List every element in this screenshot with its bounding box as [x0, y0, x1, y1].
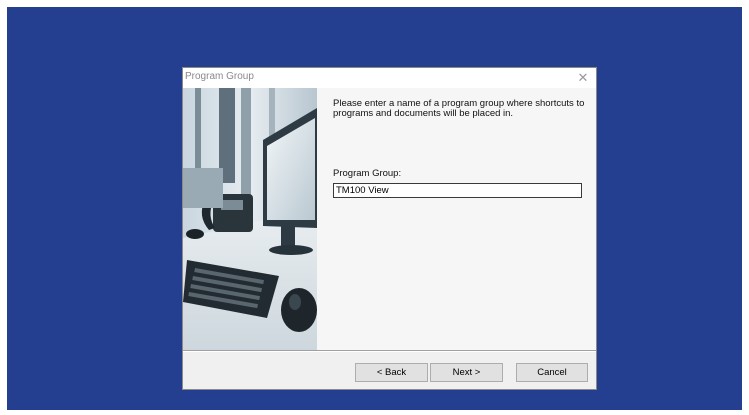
program-group-dialog: Program Group ✕ Please enter a name of a…	[182, 67, 597, 390]
program-group-label: Program Group:	[333, 168, 402, 179]
instructions-text: Please enter a name of a program group w…	[333, 98, 585, 119]
next-button[interactable]: Next >	[430, 363, 503, 382]
dialog-title: Program Group	[185, 71, 254, 82]
dialog-titlebar[interactable]: Program Group ✕	[183, 68, 596, 88]
office-desk-image	[183, 88, 317, 350]
program-group-input[interactable]	[333, 183, 582, 198]
desktop-background: Program Group ✕ Please enter a name of a…	[7, 7, 742, 410]
back-button[interactable]: < Back	[355, 363, 428, 382]
button-separator	[183, 350, 596, 352]
dialog-content: Please enter a name of a program group w…	[317, 88, 596, 350]
wizard-side-image	[183, 88, 317, 350]
close-icon[interactable]: ✕	[572, 68, 594, 88]
cancel-button[interactable]: Cancel	[516, 363, 588, 382]
